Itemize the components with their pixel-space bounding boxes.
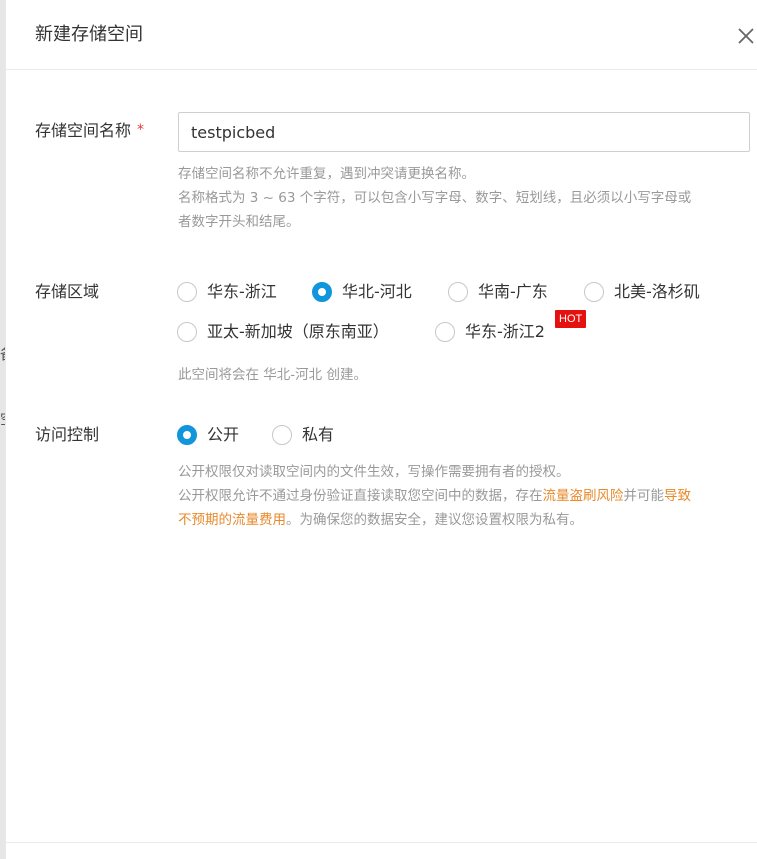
radio-circle[interactable] xyxy=(272,425,292,445)
region-option-label: 华北-河北 xyxy=(342,282,412,301)
bucket-name-hint: 存储空间名称不允许重复，遇到冲突请更换名称。 名称格式为 3 ~ 63 个字符，… xyxy=(178,162,753,234)
bucket-name-label: 存储空间名称 * xyxy=(35,120,144,143)
radio-circle-checked[interactable] xyxy=(177,425,197,445)
access-hint-text: 并可能 xyxy=(623,488,665,504)
radio-circle[interactable] xyxy=(584,282,604,302)
region-option-east-zhejiang2[interactable]: 华东-浙江2 xyxy=(435,320,545,344)
region-option-label: 华南-广东 xyxy=(478,282,548,301)
region-option-ap-singapore[interactable]: 亚太-新加坡（原东南亚） xyxy=(177,320,389,344)
region-option-label: 华东-浙江2 xyxy=(465,322,545,341)
dialog-title: 新建存储空间 xyxy=(35,24,143,45)
access-option-label: 公开 xyxy=(207,425,240,444)
unexpected-fees-link[interactable]: 不预期的流量费用 xyxy=(178,512,286,528)
hot-badge: HOT xyxy=(555,310,587,328)
access-hint-line: 不预期的流量费用。为确保您的数据安全，建议您设置权限为私有。 xyxy=(178,508,753,532)
radio-circle[interactable] xyxy=(177,322,197,342)
region-option-north-hebei[interactable]: 华北-河北 xyxy=(312,280,412,304)
access-option-label: 私有 xyxy=(302,425,335,444)
create-bucket-dialog: 新建存储空间 存储空间名称 * 存储空间名称不允许重复，遇到冲突请更换名称。 名称… xyxy=(5,0,757,859)
region-label: 存储区域 xyxy=(35,282,100,301)
dialog-header: 新建存储空间 xyxy=(6,0,757,70)
bucket-name-hint-line: 名称格式为 3 ~ 63 个字符，可以包含小写字母、数字、短划线，且必须以小写字… xyxy=(178,190,692,206)
region-option-label: 亚太-新加坡（原东南亚） xyxy=(207,322,389,341)
access-option-private[interactable]: 私有 xyxy=(272,423,334,447)
radio-circle[interactable] xyxy=(448,282,468,302)
traffic-theft-risk-link[interactable]: 流量盗刷风险 xyxy=(543,488,624,504)
region-option-label: 北美-洛杉矶 xyxy=(614,282,700,301)
region-option-south-guangdong[interactable]: 华南-广东 xyxy=(448,280,548,304)
access-hint-line: 公开权限仅对读取空间内的文件生效，写操作需要拥有者的授权。 xyxy=(178,464,570,480)
unexpected-fees-link[interactable]: 导致 xyxy=(664,488,691,504)
bucket-name-hint-line: 存储空间名称不允许重复，遇到冲突请更换名称。 xyxy=(178,166,475,182)
bucket-name-hint-line: 者数字开头和结尾。 xyxy=(178,214,300,230)
region-hint: 此空间将会在 华北-河北 创建。 xyxy=(178,367,367,383)
region-option-na-losangeles[interactable]: 北美-洛杉矶 xyxy=(584,280,700,304)
access-option-public[interactable]: 公开 xyxy=(177,423,239,447)
close-icon xyxy=(738,28,754,44)
access-hint: 公开权限仅对读取空间内的文件生效，写操作需要拥有者的授权。 公开权限允许不通过身… xyxy=(178,460,753,532)
radio-circle[interactable] xyxy=(177,282,197,302)
region-option-label: 华东-浙江 xyxy=(207,282,277,301)
access-hint-line: 公开权限允许不通过身份验证直接读取您空间中的数据，存在流量盗刷风险并可能导致 xyxy=(178,484,753,508)
radio-circle-checked[interactable] xyxy=(312,282,332,302)
required-mark: * xyxy=(137,122,145,138)
access-hint-text: 公开权限允许不通过身份验证直接读取您空间中的数据，存在 xyxy=(178,488,543,504)
access-hint-text: 。为确保您的数据安全，建议您设置权限为私有。 xyxy=(286,512,583,528)
footer-divider xyxy=(6,842,757,843)
bucket-name-label-text: 存储空间名称 xyxy=(35,121,132,140)
access-control-label: 访问控制 xyxy=(35,425,100,444)
radio-circle[interactable] xyxy=(435,322,455,342)
bucket-name-input[interactable] xyxy=(178,112,750,152)
region-option-east-zhejiang[interactable]: 华东-浙江 xyxy=(177,280,277,304)
close-button[interactable] xyxy=(734,24,757,48)
